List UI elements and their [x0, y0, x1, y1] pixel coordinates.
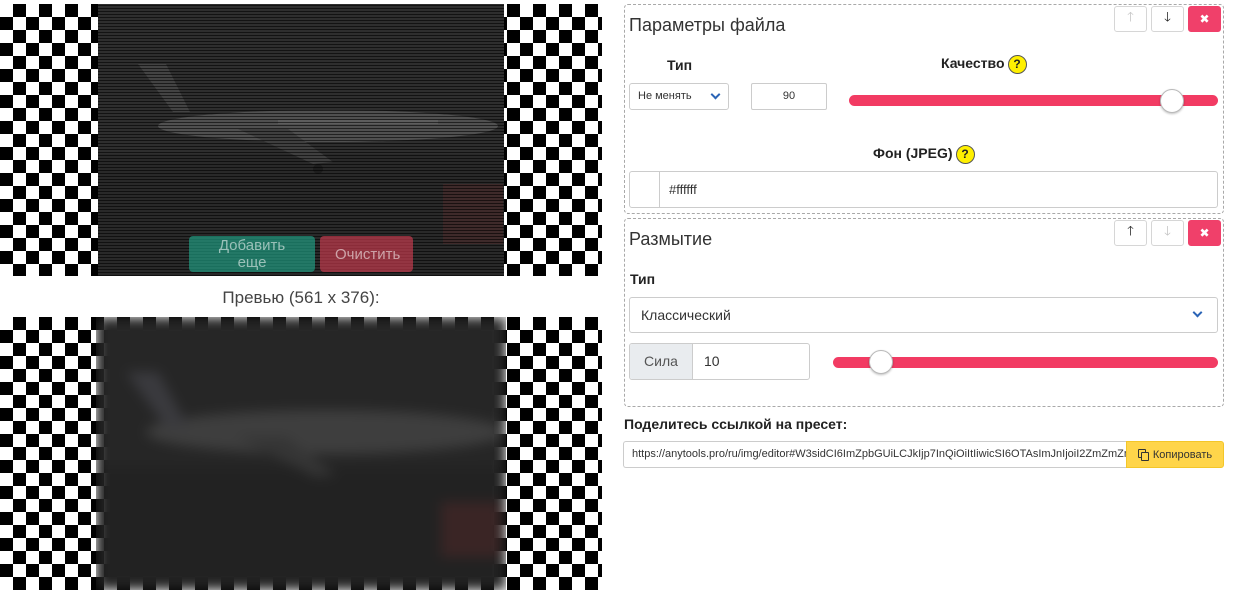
move-down-button[interactable]: 🡓	[1151, 6, 1184, 32]
add-more-button[interactable]: Добавить еще	[189, 236, 315, 272]
preview-title: Превью (561 x 376):	[222, 288, 380, 307]
panel-controls: 🡑 🡓 ✖	[1114, 6, 1221, 32]
panel-title: Параметры файла	[629, 15, 786, 35]
strength-slider-thumb[interactable]	[869, 350, 894, 374]
blur-panel: Размытие 🡑 🡓 ✖ Тип Классический Сила 10	[624, 218, 1224, 407]
strength-label: Сила	[630, 344, 693, 379]
blur-type-select[interactable]: Классический	[629, 297, 1218, 333]
arrow-up-icon: 🡑	[1127, 9, 1134, 24]
background-label-group: Фон (JPEG)?	[873, 145, 975, 164]
panel-title: Размытие	[629, 229, 713, 249]
blur-strength-field: Сила 10	[629, 343, 810, 380]
chevron-down-icon	[710, 89, 721, 99]
quality-label: Качество	[941, 55, 1005, 72]
blur-type-label: Тип	[630, 271, 656, 287]
preview-canvas	[0, 317, 602, 590]
background-color-field[interactable]: #ffffff	[629, 171, 1218, 208]
quality-input[interactable]: 90	[751, 83, 827, 110]
copy-button[interactable]: Копировать	[1126, 441, 1224, 468]
background-color-value[interactable]: #ffffff	[660, 172, 697, 207]
remove-panel-button[interactable]: ✖	[1188, 6, 1221, 32]
copy-label: Копировать	[1152, 448, 1213, 461]
arrow-down-icon: 🡓	[1164, 9, 1171, 24]
chevron-down-icon	[1192, 307, 1203, 318]
move-up-button[interactable]: 🡑	[1114, 6, 1147, 32]
panel-controls: 🡑 🡓 ✖	[1114, 220, 1221, 246]
move-up-button[interactable]: 🡑	[1114, 220, 1147, 246]
share-row: https://anytools.pro/ru/img/editor#W3sid…	[623, 441, 1224, 468]
close-icon: ✖	[1199, 226, 1210, 240]
quality-slider-thumb[interactable]	[1159, 89, 1184, 113]
close-icon: ✖	[1199, 12, 1210, 26]
color-swatch[interactable]	[630, 172, 660, 207]
move-down-button[interactable]: 🡓	[1151, 220, 1184, 246]
copy-icon	[1137, 449, 1149, 461]
clear-button[interactable]: Очистить	[320, 236, 413, 272]
share-url-input[interactable]: https://anytools.pro/ru/img/editor#W3sid…	[623, 441, 1126, 468]
file-type-value: Не менять	[638, 90, 692, 102]
arrow-up-icon: 🡑	[1127, 223, 1134, 238]
arrow-down-icon: 🡓	[1164, 223, 1171, 238]
help-icon[interactable]: ?	[955, 145, 975, 164]
file-type-select[interactable]: Не менять	[629, 83, 729, 110]
remove-panel-button[interactable]: ✖	[1188, 220, 1221, 246]
preview-image	[96, 317, 506, 590]
strength-input[interactable]: 10	[693, 344, 720, 379]
file-parameters-panel: Параметры файла 🡑 🡓 ✖ Тип Не менять 90 К…	[624, 4, 1224, 214]
share-label: Поделитесь ссылкой на пресет:	[624, 416, 848, 432]
source-image-canvas: Добавить еще Очистить	[0, 4, 602, 276]
quality-label-group: Качество?	[941, 55, 1027, 74]
blurred-airplane-photo	[96, 317, 506, 590]
blur-type-value: Классический	[641, 307, 731, 323]
background-label: Фон (JPEG)	[873, 145, 953, 162]
type-label: Тип	[667, 57, 693, 73]
help-icon[interactable]: ?	[1007, 55, 1027, 74]
